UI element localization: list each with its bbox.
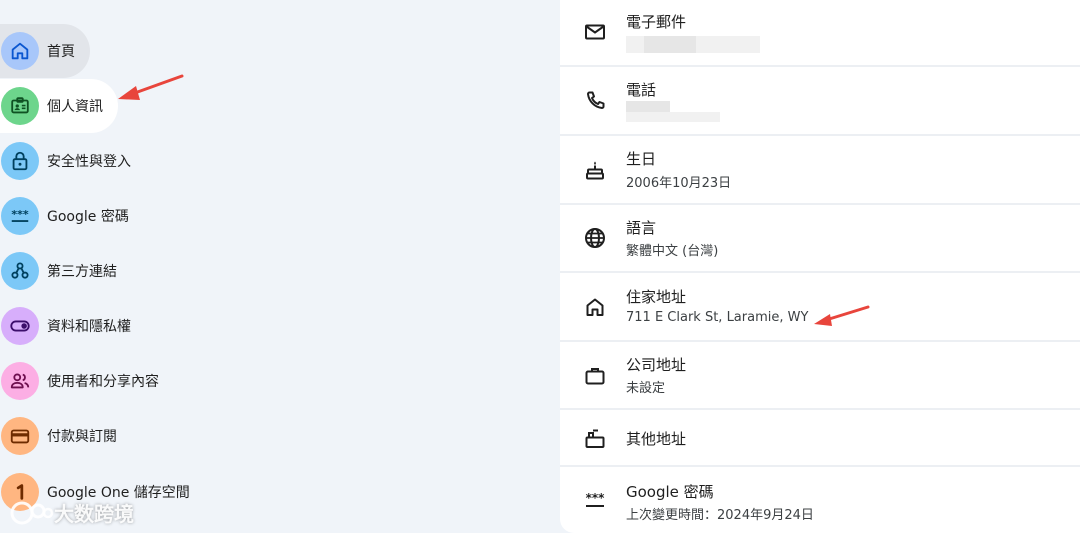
phone-row[interactable]: 電話 — [560, 67, 1080, 136]
sidebar-item-label: 第三方連結 — [47, 264, 117, 280]
mail-icon — [582, 19, 608, 45]
personal-info-panel: 電子郵件 電話 生日 2006年10月23日 語言 繁體中文 (台灣) 住家地址… — [560, 0, 1080, 533]
sidebar-item-label: 付款與訂閱 — [47, 429, 117, 445]
sidebar-item-security[interactable]: 安全性與登入 — [0, 134, 131, 188]
annotation-arrow — [118, 74, 184, 100]
toggle-icon — [1, 307, 39, 345]
sidebar-item-third-party[interactable]: 第三方連結 — [0, 244, 118, 298]
home-address-row[interactable]: 住家地址 711 E Clark St, Laramie, WY — [560, 273, 1080, 342]
row-title: Google 密碼 — [626, 483, 714, 501]
sidebar-item-label: 首頁 — [47, 44, 75, 60]
sidebar-nav: 首頁 個人資訊 安全性與登入 *** Google 密碼 第三方連結 資料和隱私… — [0, 0, 540, 533]
lock-icon — [1, 142, 39, 180]
globe-icon — [582, 225, 608, 251]
row-title: 電話 — [626, 81, 657, 99]
row-title: 其他地址 — [626, 430, 687, 448]
sidebar-item-personal-info[interactable]: 個人資訊 — [0, 79, 118, 133]
mailbox-icon — [582, 426, 608, 452]
sidebar-item-google-password[interactable]: *** Google 密碼 — [0, 189, 129, 243]
email-row[interactable]: 電子郵件 — [560, 0, 1080, 67]
home-address-value: 711 E Clark St, Laramie, WY — [626, 310, 809, 325]
sidebar-item-data-privacy[interactable]: 資料和隱私權 — [0, 299, 131, 353]
people-icon — [1, 362, 39, 400]
password-dots-icon: *** — [582, 488, 608, 514]
briefcase-icon — [582, 363, 608, 389]
redacted-phone-part — [626, 112, 720, 122]
password-dots-icon: *** — [1, 197, 39, 235]
birthday-value: 2006年10月23日 — [626, 176, 732, 191]
work-address-value: 未設定 — [626, 381, 666, 396]
birthday-row[interactable]: 生日 2006年10月23日 — [560, 136, 1080, 205]
row-title: 電子郵件 — [626, 13, 687, 31]
language-value: 繁體中文 (台灣) — [626, 244, 719, 259]
sidebar-item-label: Google 密碼 — [47, 209, 129, 225]
work-address-row[interactable]: 公司地址 未設定 — [560, 342, 1080, 410]
svg-text:***: *** — [11, 208, 29, 221]
connections-icon — [1, 252, 39, 290]
home-icon — [1, 32, 39, 70]
row-title: 生日 — [626, 150, 657, 168]
cake-icon — [582, 157, 608, 183]
watermark-logo: 大数跨境 — [8, 498, 134, 527]
google-password-row[interactable]: *** Google 密碼 上次變更時間：2024年9月24日 — [560, 467, 1080, 533]
watermark-text: 大数跨境 — [54, 502, 134, 526]
home-outline-icon — [582, 294, 608, 320]
watermark-symbol-icon — [10, 501, 54, 524]
sidebar-item-label: 個人資訊 — [47, 99, 103, 115]
phone-icon — [582, 88, 608, 114]
sidebar-item-label: 資料和隱私權 — [47, 319, 131, 335]
redacted-email-part — [644, 36, 696, 53]
annotation-arrow — [814, 305, 870, 326]
sidebar-item-home[interactable]: 首頁 — [0, 24, 90, 78]
row-title: 語言 — [626, 219, 657, 237]
sidebar-item-people-sharing[interactable]: 使用者和分享內容 — [0, 354, 159, 408]
row-title: 住家地址 — [626, 288, 687, 306]
wallet-icon — [1, 417, 39, 455]
other-address-row[interactable]: 其他地址 — [560, 410, 1080, 467]
row-title: 公司地址 — [626, 356, 687, 374]
sidebar-item-payments[interactable]: 付款與訂閱 — [0, 409, 118, 463]
sidebar-item-label: 使用者和分享內容 — [47, 374, 159, 390]
sidebar-item-label: 安全性與登入 — [47, 154, 131, 170]
language-row[interactable]: 語言 繁體中文 (台灣) — [560, 205, 1080, 273]
svg-text:***: *** — [586, 491, 606, 505]
password-last-changed: 上次變更時間：2024年9月24日 — [626, 508, 814, 523]
id-card-icon — [1, 87, 39, 125]
